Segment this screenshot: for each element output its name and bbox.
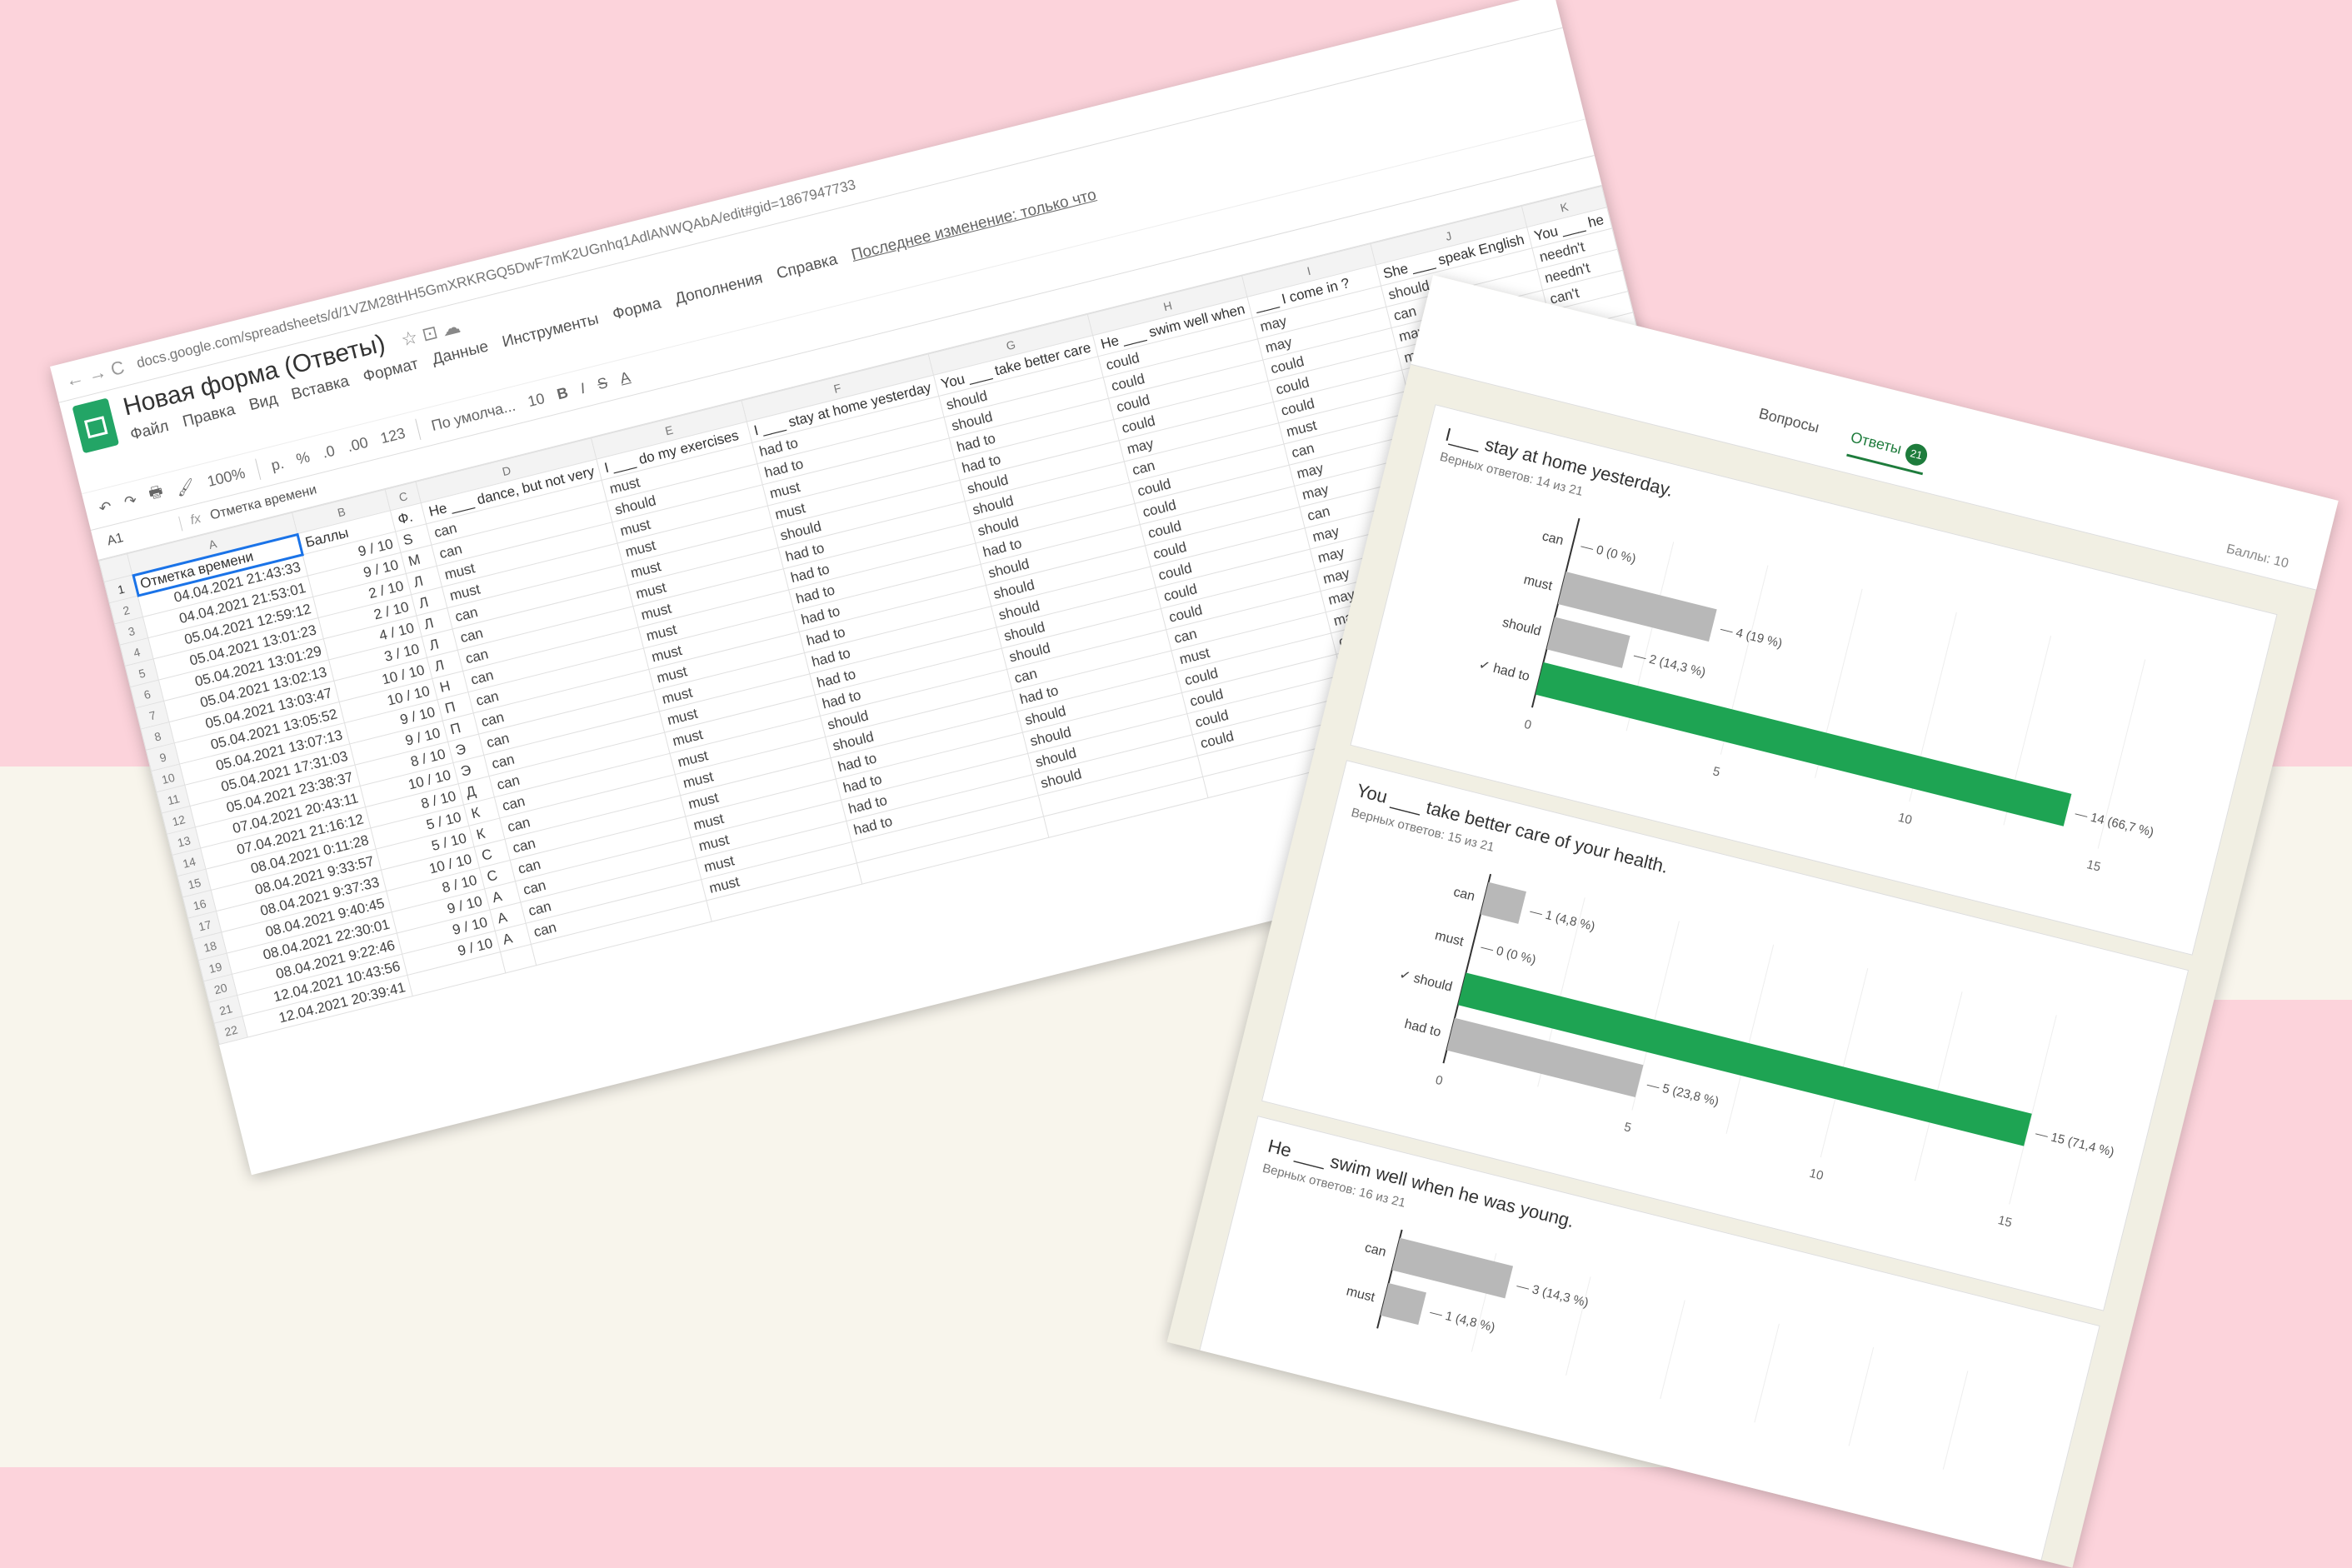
bold-button[interactable]: B [555, 383, 570, 403]
tick-label: 15 [1996, 1213, 2013, 1231]
tick-label: 5 [1711, 764, 1721, 780]
value-label: — 5 (23,8 %) [1645, 1077, 1720, 1109]
value-label: — 2 (14,3 %) [1632, 648, 1707, 680]
paint-format-icon[interactable]: 🖌 [174, 477, 197, 498]
sheets-logo-icon[interactable] [72, 397, 120, 454]
print-icon[interactable]: 🖶 [147, 481, 167, 508]
bar [1480, 881, 1526, 924]
decrease-decimal-button[interactable]: .0 [320, 442, 337, 462]
more-formats-button[interactable]: 123 [378, 424, 407, 447]
bar [1546, 617, 1630, 668]
text-color-button[interactable]: A [618, 368, 632, 387]
category-label: can [1541, 529, 1565, 548]
value-label: — 1 (4,8 %) [1528, 904, 1596, 934]
gridline [1848, 1347, 1875, 1446]
menu-item[interactable]: Файл [128, 417, 171, 445]
gridline [1660, 1300, 1685, 1400]
category-label: must [1522, 573, 1554, 594]
category-label: ✓ had to [1477, 657, 1531, 684]
responses-count-badge: 21 [1903, 441, 1930, 468]
value-label: — 3 (14,3 %) [1516, 1279, 1590, 1311]
toolbar-divider [255, 458, 262, 480]
italic-button[interactable]: I [578, 379, 587, 397]
browser-nav-icons[interactable]: ← → C [63, 357, 127, 392]
bar [1381, 1283, 1426, 1326]
toolbar-divider [415, 418, 422, 441]
value-label: — 14 (66,7 %) [2074, 806, 2155, 840]
gridline [1725, 944, 1775, 1134]
tab-responses-label: Ответы [1849, 428, 1904, 457]
gridline [1942, 1371, 1969, 1470]
tick-label: 0 [1434, 1073, 1444, 1089]
value-label: — 1 (4,8 %) [1428, 1305, 1496, 1335]
tab-responses[interactable]: Ответы 21 [1845, 427, 1930, 476]
category-label: had to [1403, 1017, 1442, 1040]
tick-label: 15 [2085, 857, 2102, 875]
bar [1535, 662, 2072, 826]
currency-button[interactable]: р. [269, 454, 286, 474]
category-label: can [1452, 885, 1476, 904]
value-label: — 4 (19 %) [1719, 622, 1784, 651]
redo-icon[interactable]: ↷ [122, 491, 139, 511]
increase-decimal-button[interactable]: .00 [346, 433, 370, 455]
category-label: ✓ should [1398, 967, 1454, 994]
value-label: — 15 (71,4 %) [2034, 1126, 2115, 1160]
tick-label: 0 [1523, 717, 1533, 733]
tab-questions[interactable]: Вопросы [1755, 405, 1820, 448]
menu-item[interactable]: Вид [247, 390, 280, 415]
gridline [1754, 1323, 1780, 1423]
strikethrough-button[interactable]: S [596, 374, 610, 393]
category-label: must [1345, 1284, 1376, 1305]
fx-icon: fx [188, 511, 202, 528]
tick-label: 10 [1896, 811, 1913, 828]
score-label: Баллы: 10 [2225, 542, 2290, 572]
undo-icon[interactable]: ↶ [97, 497, 114, 517]
font-size-select[interactable]: 10 [526, 389, 547, 410]
category-label: must [1434, 928, 1466, 949]
category-label: can [1363, 1241, 1387, 1260]
tick-label: 5 [1623, 1120, 1633, 1136]
percent-button[interactable]: % [294, 448, 312, 468]
category-label: should [1501, 616, 1542, 639]
form-tabs: Вопросы Ответы 21 [1755, 405, 1930, 476]
gridline [1915, 991, 1963, 1181]
zoom-select[interactable]: 100% [206, 464, 247, 491]
gridline [1820, 967, 1869, 1158]
value-label: — 0 (0 %) [1580, 539, 1638, 567]
gridline [2009, 1015, 2057, 1205]
tick-label: 10 [1808, 1166, 1825, 1184]
value-label: — 0 (0 %) [1480, 940, 1538, 967]
